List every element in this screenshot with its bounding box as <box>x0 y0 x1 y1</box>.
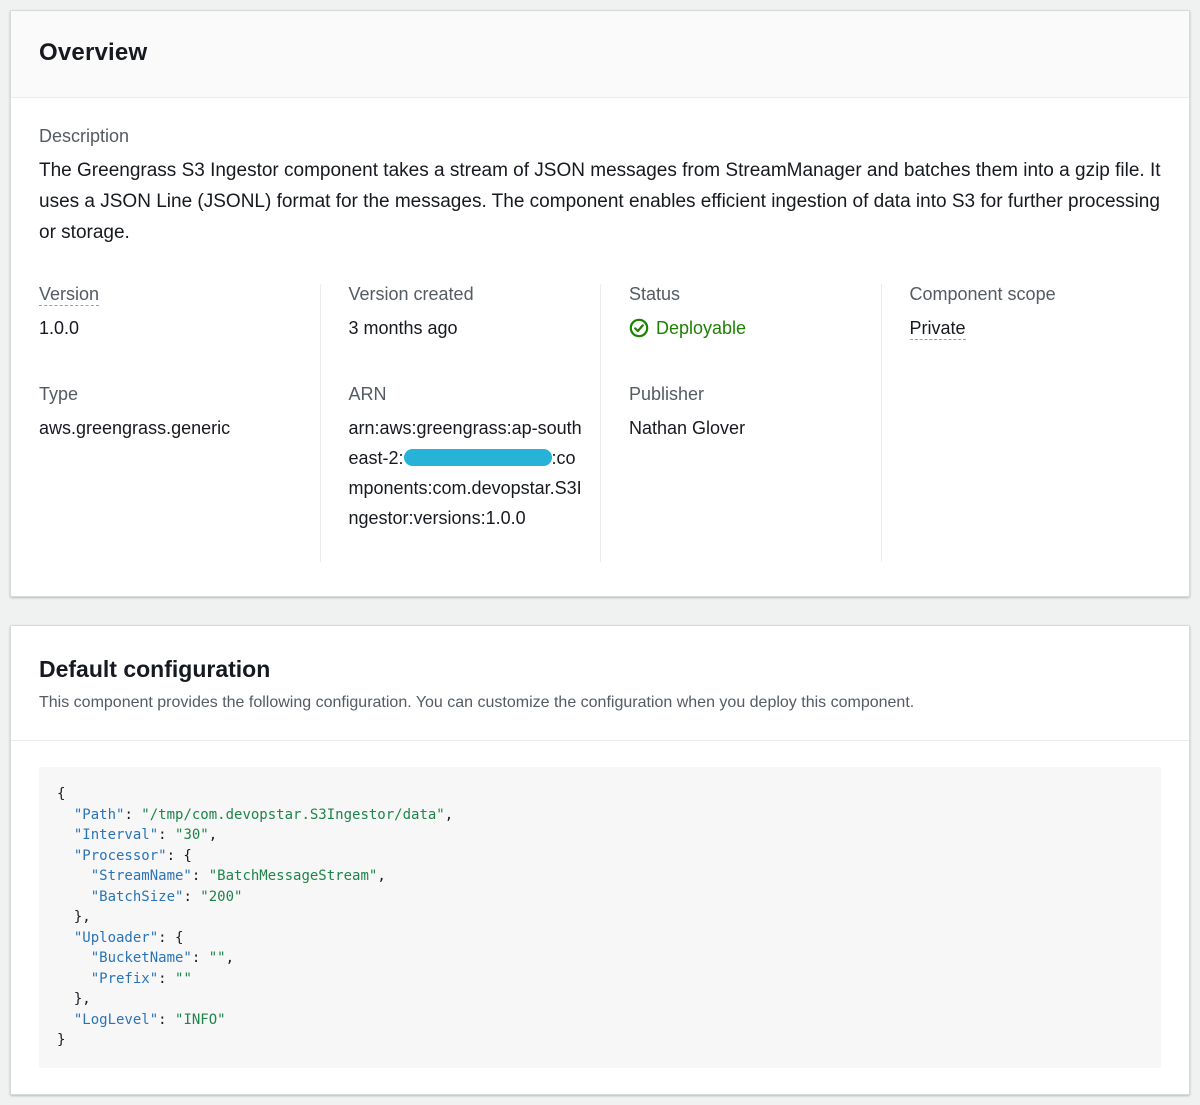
default-configuration-panel: Default configuration This component pro… <box>10 625 1190 1095</box>
overview-header: Overview <box>11 11 1189 98</box>
config-code-block: { "Path": "/tmp/com.devopstar.S3Ingestor… <box>39 767 1161 1068</box>
column-1: Version 1.0.0 Type aws.greengrass.generi… <box>39 284 320 562</box>
default-configuration-title: Default configuration <box>39 656 1161 683</box>
overview-columns: Version 1.0.0 Type aws.greengrass.generi… <box>39 284 1161 562</box>
field-version: Version 1.0.0 <box>39 284 320 343</box>
type-label: Type <box>39 384 320 405</box>
type-value: aws.greengrass.generic <box>39 413 320 443</box>
redacted-account-id <box>404 449 552 466</box>
field-publisher: Publisher Nathan Glover <box>629 384 881 443</box>
version-created-value: 3 months ago <box>349 313 601 343</box>
overview-body: Description The Greengrass S3 Ingestor c… <box>11 98 1189 596</box>
field-status: Status Deployable <box>629 284 881 343</box>
version-label-info-trigger[interactable]: Version <box>39 284 99 306</box>
component-scope-label: Component scope <box>910 284 1162 305</box>
field-arn: ARN arn:aws:greengrass:ap-southeast-2::c… <box>349 384 601 533</box>
description-label: Description <box>39 126 1161 147</box>
overview-title: Overview <box>39 39 1161 67</box>
column-4: Component scope Private <box>881 284 1162 562</box>
column-2: Version created 3 months ago ARN arn:aws… <box>320 284 601 562</box>
description-text: The Greengrass S3 Ingestor component tak… <box>39 155 1161 248</box>
field-version-created: Version created 3 months ago <box>349 284 601 343</box>
component-scope-value-info-trigger[interactable]: Private <box>910 318 966 340</box>
default-configuration-body: { "Path": "/tmp/com.devopstar.S3Ingestor… <box>11 741 1189 1094</box>
column-3: Status Deployable Publisher Nathan Glo <box>600 284 881 562</box>
default-configuration-subtitle: This component provides the following co… <box>39 692 1161 714</box>
arn-value: arn:aws:greengrass:ap-southeast-2::compo… <box>349 413 589 533</box>
status-label: Status <box>629 284 881 305</box>
arn-label: ARN <box>349 384 601 405</box>
version-value: 1.0.0 <box>39 313 320 343</box>
publisher-label: Publisher <box>629 384 881 405</box>
publisher-value: Nathan Glover <box>629 413 881 443</box>
status-badge: Deployable <box>629 313 881 343</box>
overview-panel: Overview Description The Greengrass S3 I… <box>10 10 1190 597</box>
check-circle-icon <box>629 318 649 338</box>
version-created-label: Version created <box>349 284 601 305</box>
config-code: { "Path": "/tmp/com.devopstar.S3Ingestor… <box>57 784 1143 1051</box>
field-component-scope: Component scope Private <box>910 284 1162 343</box>
status-text: Deployable <box>656 313 746 343</box>
field-type: Type aws.greengrass.generic <box>39 384 320 443</box>
default-configuration-header: Default configuration This component pro… <box>11 626 1189 741</box>
